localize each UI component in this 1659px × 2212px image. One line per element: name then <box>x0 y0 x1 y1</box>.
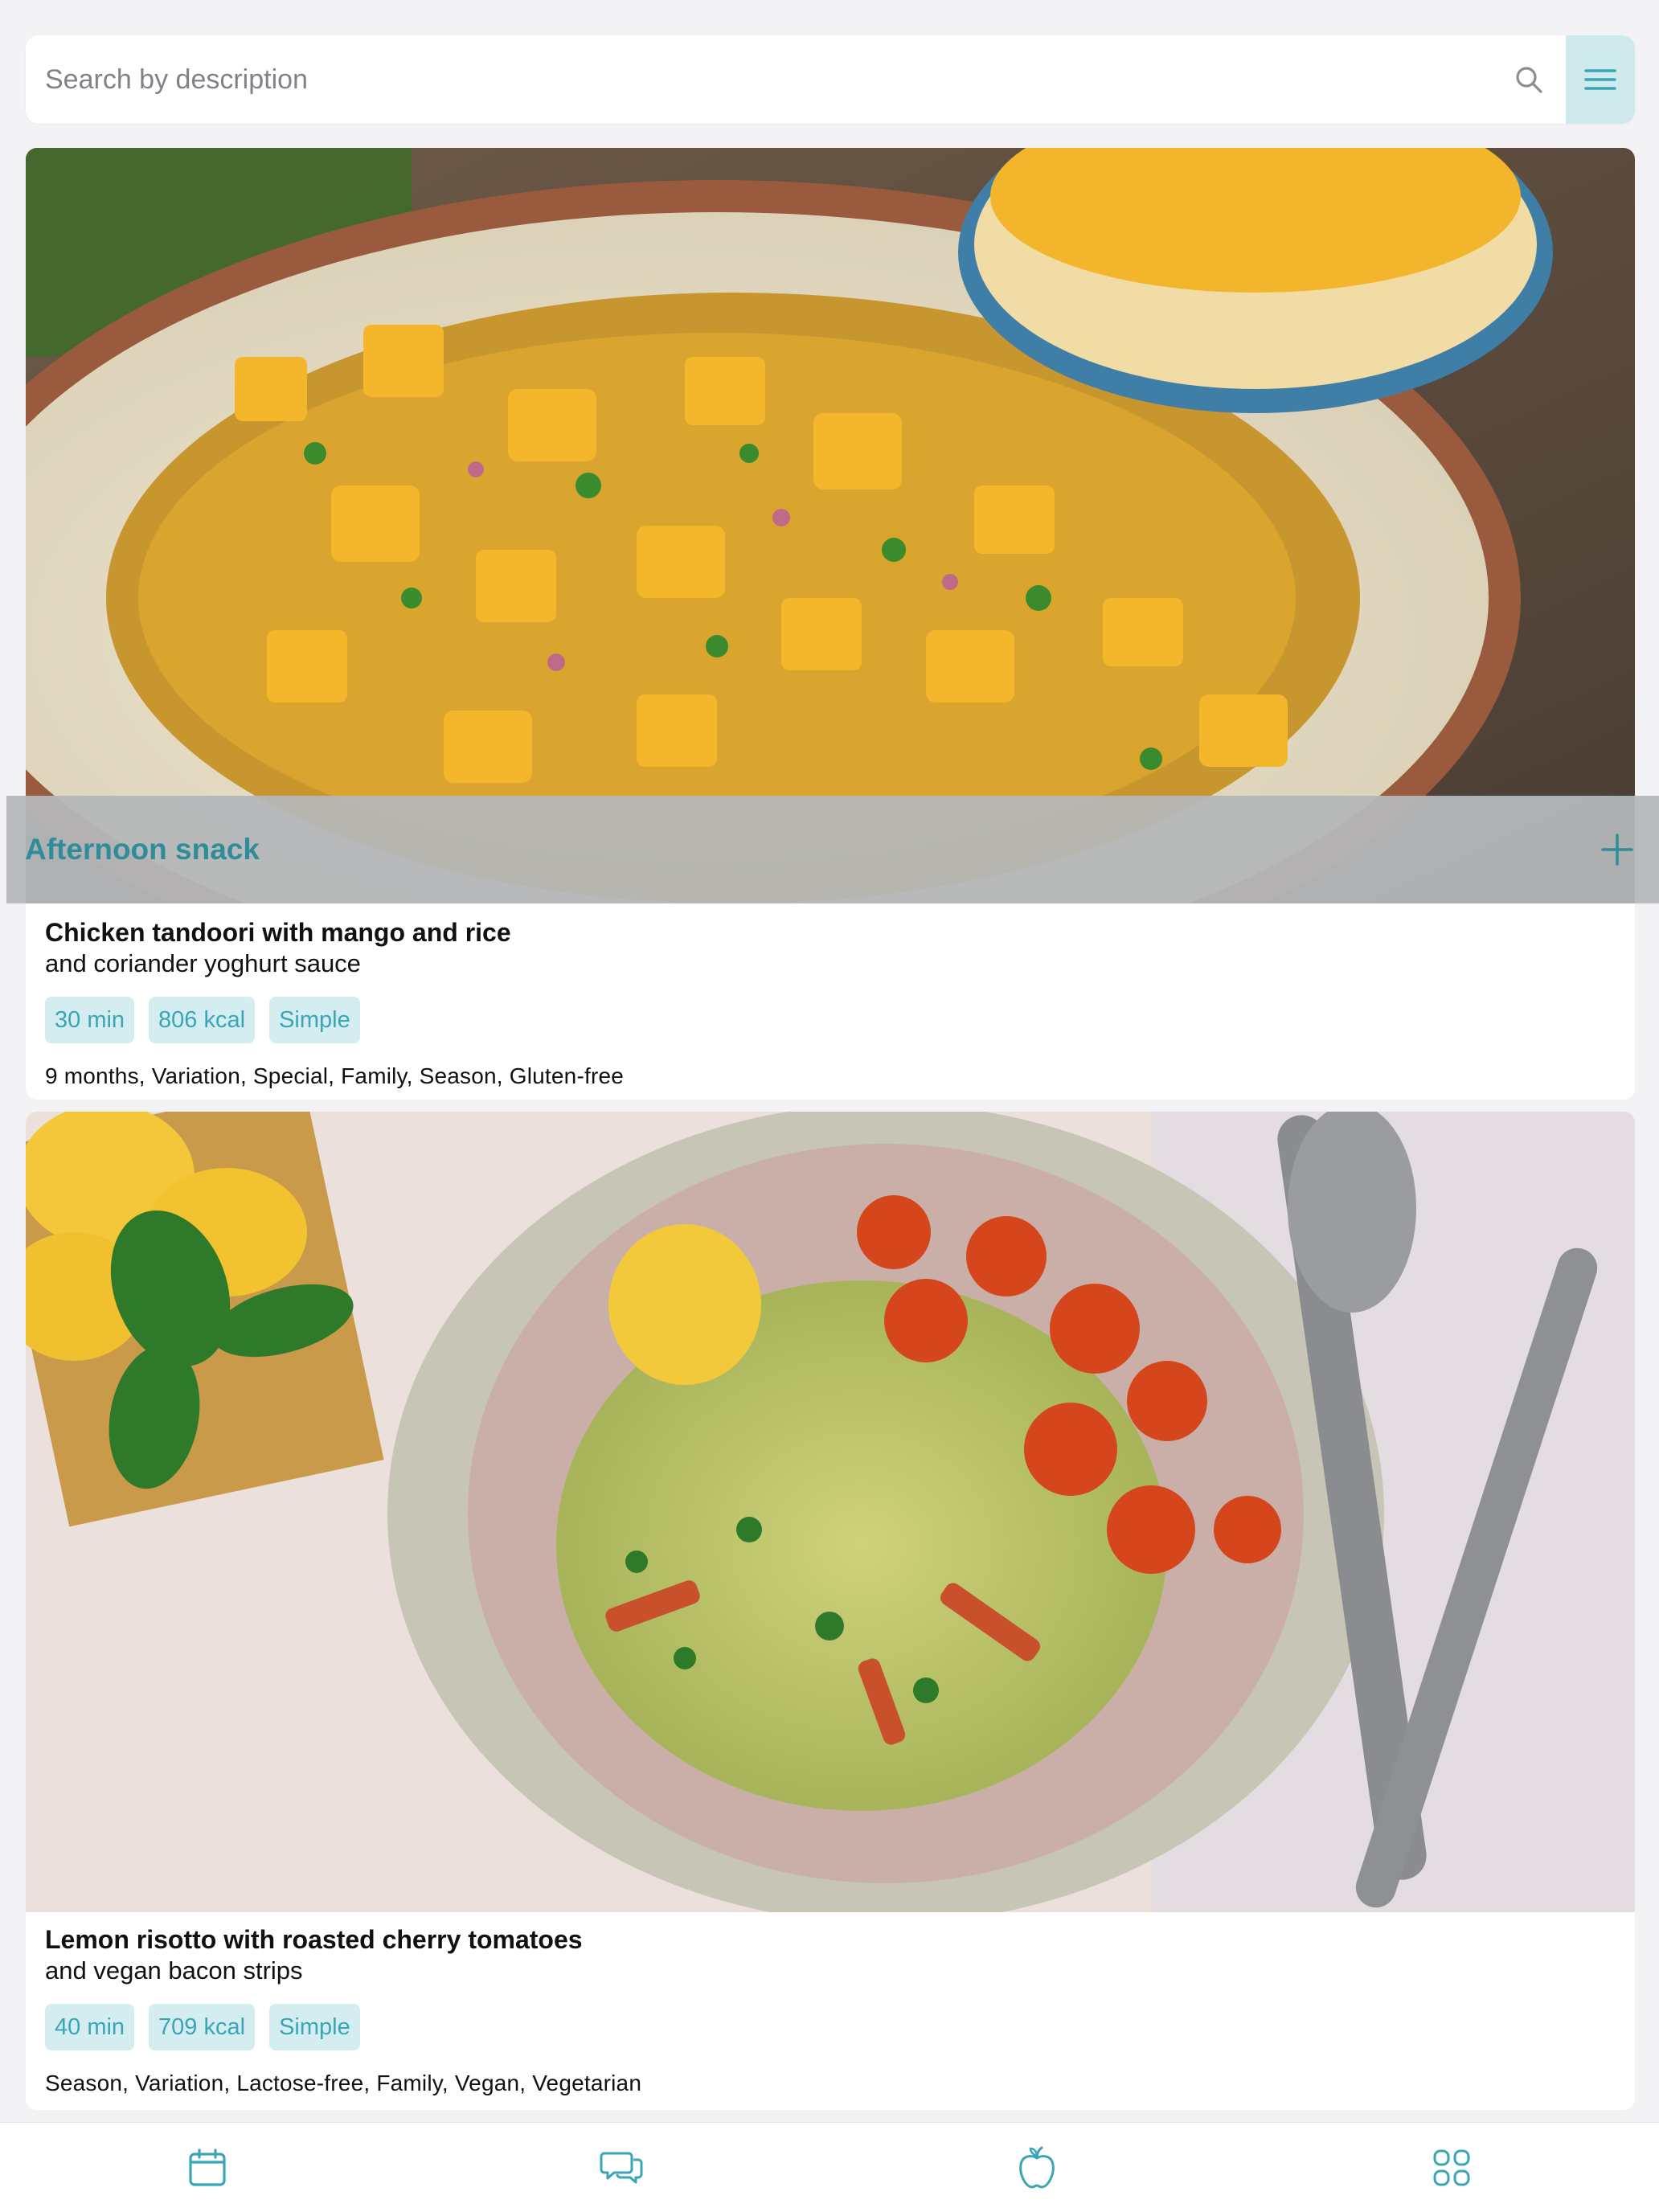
difficulty-badge: Simple <box>269 997 360 1043</box>
menu-button[interactable] <box>1566 35 1635 124</box>
recipe-tags: Season, Variation, Lactose-free, Family,… <box>45 2071 642 2095</box>
bottom-nav <box>0 2122 1659 2212</box>
nav-nutrition[interactable] <box>989 2128 1085 2208</box>
search-icon[interactable] <box>1492 35 1566 124</box>
recipe-title[interactable]: Chicken tandoori with mango and rice <box>45 916 624 948</box>
plus-icon <box>1601 834 1633 866</box>
recipe-info: Lemon risotto with roasted cherry tomato… <box>26 1912 1635 2097</box>
calendar-icon <box>189 2148 226 2186</box>
recipe-chips: 40 min 709 kcal Simple <box>45 2004 1616 2050</box>
recipe-subtitle: and coriander yoghurt sauce <box>45 949 361 977</box>
grid-icon <box>1433 2149 1470 2185</box>
recipe-card[interactable]: Lemon risotto with roasted cherry tomato… <box>26 1112 1635 2110</box>
recipe-tags: 9 months, Variation, Special, Family, Se… <box>45 1063 625 1088</box>
hamburger-icon <box>1584 69 1616 90</box>
recipe-title[interactable]: Lemon risotto with roasted cherry tomato… <box>45 1923 1616 1956</box>
difficulty-badge: Simple <box>269 2004 360 2050</box>
recipe-subtitle: and vegan bacon strips <box>45 1956 303 1985</box>
search-bar <box>26 35 1635 124</box>
section-title: Afternoon snack <box>25 833 260 866</box>
recipe-chips: 30 min 806 kcal Simple <box>45 997 624 1043</box>
kcal-badge: 709 kcal <box>149 2004 256 2050</box>
chat-bubbles-icon <box>600 2152 643 2183</box>
recipe-card[interactable]: Chicken tandoori with mango and rice and… <box>26 148 1635 1100</box>
nav-calendar[interactable] <box>159 2128 256 2208</box>
add-recipe-button[interactable] <box>1593 825 1641 874</box>
time-badge: 30 min <box>45 997 135 1043</box>
meal-section-header: Afternoon snack <box>6 796 1659 903</box>
apple-icon <box>1019 2146 1055 2188</box>
recipe-info: Chicken tandoori with mango and rice and… <box>26 148 643 1090</box>
recipe-image <box>26 1112 1635 1912</box>
nav-chat[interactable] <box>574 2128 670 2208</box>
search-input[interactable] <box>26 35 1492 124</box>
time-badge: 40 min <box>45 2004 135 2050</box>
kcal-badge: 806 kcal <box>149 997 256 1043</box>
nav-more[interactable] <box>1403 2128 1500 2208</box>
